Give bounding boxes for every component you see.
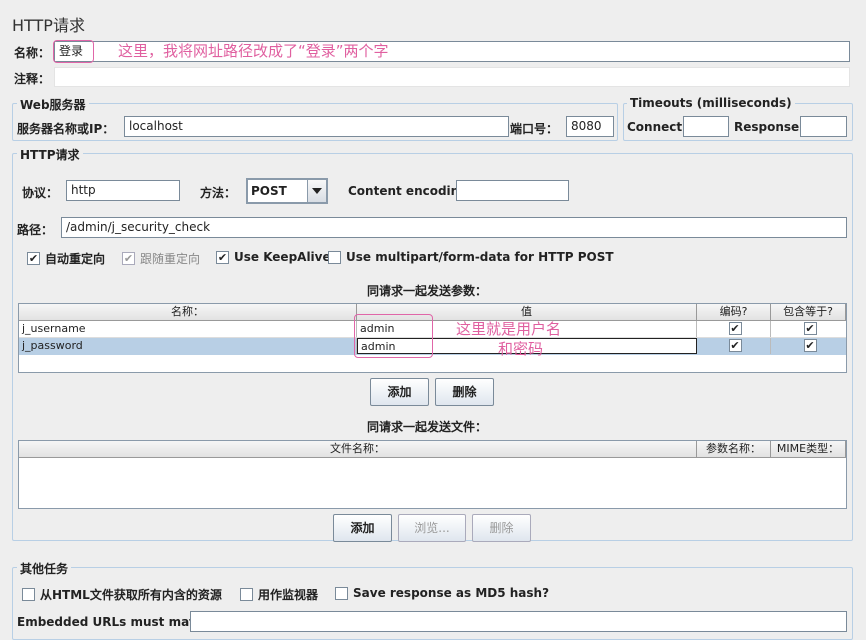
encoding-input[interactable] [456,180,569,201]
method-dropdown-button[interactable] [307,180,326,202]
embedded-urls-label: Embedded URLs must match: [17,615,216,629]
response-input[interactable] [800,116,847,137]
protocol-input-value: http [71,183,96,197]
host-label: 服务器名称或IP： [17,122,115,136]
multipart-option[interactable]: Use multipart/form-data for HTTP POST [328,250,614,264]
response-label: Response: [734,120,804,134]
host-input-value: localhost [129,119,183,133]
annotation-box-credentials [354,314,433,358]
protocol-input[interactable]: http [66,180,180,201]
follow-redirect-checkbox: ✔ [122,252,135,265]
method-select-value: POST [251,184,287,198]
files-caption: 同请求一起发送文件： [367,420,488,434]
keepalive-option[interactable]: ✔ Use KeepAlive [216,250,331,264]
follow-redirect-option: ✔ 跟随重定向 [122,250,200,267]
param-include-equals-cell: ✔ [771,321,846,337]
port-input-value: 8080 [571,119,602,133]
files-col-param-name[interactable]: 参数名称： [697,441,771,458]
files-table[interactable]: 文件名称： 参数名称： MIME类型： [18,440,847,509]
comment-label: 注释： [14,72,51,86]
path-input[interactable]: /admin/j_security_check [61,217,847,238]
method-label: 方法： [200,186,237,200]
comment-input[interactable] [54,67,850,87]
multipart-checkbox[interactable] [328,250,341,264]
embedded-urls-input[interactable] [190,611,847,632]
param-include-equals-cell: ✔ [771,338,846,354]
other-tasks-legend: 其他任务 [17,560,72,577]
monitor-label: 用作监视器 [258,588,319,602]
param-name-cell: j_password [19,338,357,354]
md5-checkbox[interactable] [335,586,348,600]
port-label: 端口号： [510,122,559,136]
fetch-resources-option[interactable]: 从HTML文件获取所有内含的资源 [22,586,222,603]
param-encode-cell: ✔ [697,321,771,337]
keepalive-label: Use KeepAlive [234,250,331,264]
add-param-button[interactable]: 添加 [370,378,429,406]
multipart-label: Use multipart/form-data for HTTP POST [346,250,614,264]
param-encode-cell: ✔ [697,338,771,354]
include-equals-checkbox[interactable]: ✔ [803,339,817,352]
params-col-include-equals[interactable]: 包含等于? [771,304,846,321]
encode-checkbox[interactable]: ✔ [728,322,742,335]
host-input[interactable]: localhost [124,116,509,137]
monitor-checkbox[interactable] [240,588,253,601]
annotation-credentials-line1: 这里就是用户名 [456,320,562,338]
name-label: 名称： [14,46,51,60]
fetch-resources-label: 从HTML文件获取所有内含的资源 [40,588,222,602]
browse-file-button: 浏览... [398,514,466,542]
params-col-name[interactable]: 名称： [19,304,357,321]
web-server-legend: Web服务器 [17,96,89,113]
param-name-cell: j_username [19,321,357,337]
md5-label: Save response as MD5 hash? [353,586,550,600]
delete-file-button: 删除 [472,514,531,542]
follow-redirect-label: 跟随重定向 [140,252,201,266]
page-title: HTTP请求 [12,16,85,35]
path-label: 路径： [17,223,54,237]
port-input[interactable]: 8080 [566,116,614,137]
connect-input[interactable] [683,116,729,137]
timeouts-legend: Timeouts (milliseconds) [627,96,795,110]
auto-redirect-checkbox[interactable]: ✔ [27,252,40,265]
annotation-name: 这里，我将网址路径改成了“登录”两个字 [118,42,389,60]
params-caption: 同请求一起发送参数： [367,284,488,298]
params-col-encode[interactable]: 编码? [697,304,771,321]
files-col-filename[interactable]: 文件名称： [19,441,697,458]
method-select[interactable]: POST [246,178,328,204]
protocol-label: 协议： [22,186,59,200]
monitor-option[interactable]: 用作监视器 [240,586,318,603]
encode-checkbox[interactable]: ✔ [728,339,742,352]
connect-label: Connect: [627,120,687,134]
auto-redirect-label: 自动重定向 [45,252,106,266]
annotation-credentials-line2: 和密码 [498,340,544,358]
keepalive-checkbox[interactable]: ✔ [216,250,229,264]
add-file-button[interactable]: 添加 [333,514,392,542]
http-request-legend: HTTP请求 [17,146,83,163]
chevron-down-icon [312,188,322,194]
fetch-resources-checkbox[interactable] [22,588,35,601]
path-input-value: /admin/j_security_check [66,220,211,234]
files-col-mime[interactable]: MIME类型： [771,441,846,458]
include-equals-checkbox[interactable]: ✔ [803,322,817,335]
md5-option[interactable]: Save response as MD5 hash? [335,586,549,600]
annotation-box-name [53,40,94,63]
auto-redirect-option[interactable]: ✔ 自动重定向 [27,250,105,267]
delete-param-button[interactable]: 删除 [435,378,494,406]
encoding-label: Content encoding: [348,184,473,198]
